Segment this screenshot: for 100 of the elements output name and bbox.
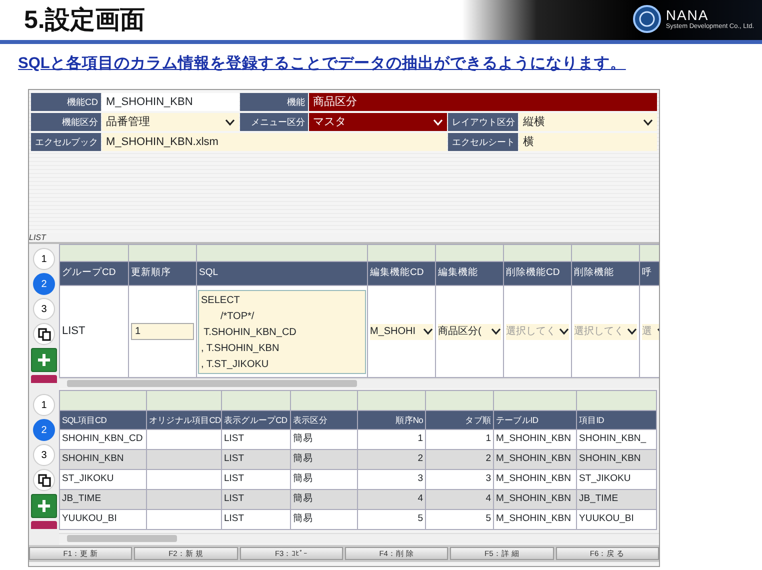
table-cell: 簡易 bbox=[293, 453, 313, 464]
chevron-down-icon bbox=[627, 328, 637, 335]
table-cell: SHOHIN_KBN_ bbox=[579, 433, 646, 444]
filter-cell[interactable] bbox=[504, 244, 572, 262]
page-button[interactable]: 3 bbox=[33, 298, 55, 320]
table-cell: 4 bbox=[418, 493, 423, 504]
filter-cell[interactable] bbox=[494, 390, 576, 410]
filter-cell[interactable] bbox=[60, 390, 146, 410]
page-button[interactable]: 2 bbox=[33, 419, 55, 441]
table-cell: SHOHIN_KBN bbox=[62, 453, 124, 464]
table-cell: 5 bbox=[486, 513, 491, 524]
column-header: タブ順 bbox=[426, 410, 494, 430]
filter-cell[interactable] bbox=[60, 244, 128, 262]
copy-icon bbox=[38, 328, 50, 340]
chevron-down-icon bbox=[423, 328, 433, 335]
table-cell: LIST bbox=[62, 325, 86, 338]
column-header: 順序No bbox=[358, 410, 426, 430]
add-button[interactable] bbox=[31, 348, 57, 372]
column-header: 呼 bbox=[640, 262, 659, 286]
subtitle: SQLと各項目のカラム情報を登録することでデータの抽出ができるようになります。 bbox=[17, 54, 627, 74]
horizontal-scrollbar[interactable] bbox=[59, 533, 659, 543]
table-cell: 4 bbox=[486, 493, 491, 504]
column-header: 表示グループCD bbox=[222, 410, 290, 430]
table-cell: M_SHOHIN_KBN bbox=[496, 513, 571, 524]
table-cell: 簡易 bbox=[293, 433, 313, 444]
column-header: SQL項目CD bbox=[60, 410, 146, 430]
filter-cell[interactable] bbox=[196, 244, 368, 262]
input-field[interactable]: 1 bbox=[131, 323, 194, 340]
table-cell: JB_TIME bbox=[579, 493, 618, 504]
chevron-down-icon bbox=[433, 118, 443, 126]
table-cell: M_SHOHIN_KBN bbox=[496, 433, 571, 444]
chevron-down-icon bbox=[643, 118, 653, 126]
field-label: エクセルブック bbox=[31, 133, 101, 151]
sql-text-area[interactable]: SELECT /*TOP*/ T.SHOHIN_KBN_CD , T.SHOHIN_KBN , T.ST_JIKOKU bbox=[198, 290, 366, 374]
chevron-down-icon bbox=[491, 328, 501, 335]
table-cell: LIST bbox=[224, 473, 244, 484]
table-cell: 5 bbox=[418, 513, 423, 524]
table-cell: YUUKOU_BI bbox=[62, 513, 117, 524]
table-cell: M_SHOHIN_KBN bbox=[496, 493, 571, 504]
logo-emblem-icon bbox=[632, 4, 662, 34]
filter-cell[interactable] bbox=[436, 244, 504, 262]
table-cell: 2 bbox=[418, 453, 423, 464]
field-label: エクセルシート bbox=[448, 133, 518, 151]
table-cell: 2 bbox=[486, 453, 491, 464]
add-button[interactable] bbox=[31, 494, 57, 518]
field-label: メニュー区分 bbox=[240, 113, 308, 131]
horizontal-scrollbar[interactable] bbox=[59, 378, 659, 388]
filter-cell[interactable] bbox=[368, 244, 436, 262]
filter-cell[interactable] bbox=[128, 244, 196, 262]
filter-cell[interactable] bbox=[222, 390, 290, 410]
input-field[interactable]: M_SHOHIN_KBN bbox=[102, 93, 239, 111]
table-cell: 簡易 bbox=[293, 493, 313, 504]
plus-icon bbox=[37, 499, 51, 513]
filter-cell[interactable] bbox=[426, 390, 494, 410]
page-button[interactable]: 3 bbox=[33, 444, 55, 466]
copy-button[interactable] bbox=[33, 323, 55, 345]
column-header: グループCD bbox=[60, 262, 128, 286]
input-field[interactable]: M_SHOHIN_KBN.xlsm bbox=[102, 133, 447, 151]
table-cell: LIST bbox=[224, 433, 244, 444]
table-cell: 3 bbox=[418, 473, 423, 484]
table-cell: M_SHOHIN_KBN bbox=[496, 453, 571, 464]
filter-cell[interactable] bbox=[146, 390, 222, 410]
plus-icon bbox=[37, 353, 51, 367]
column-header: 削除機能CD bbox=[504, 262, 572, 286]
table-cell: SHOHIN_KBN bbox=[579, 453, 641, 464]
column-header: SQL bbox=[196, 262, 368, 286]
table-cell: 1 bbox=[486, 433, 491, 444]
copy-icon bbox=[38, 474, 50, 486]
table-cell: ST_JIKOKU bbox=[579, 473, 631, 484]
field-label: 機能 bbox=[240, 93, 308, 111]
field-label: 機能CD bbox=[31, 93, 101, 111]
copy-button[interactable] bbox=[33, 469, 55, 491]
page-button[interactable]: 1 bbox=[33, 394, 55, 416]
table-cell: LIST bbox=[224, 453, 244, 464]
table-cell: LIST bbox=[224, 493, 244, 504]
dropdown-field[interactable]: 商品区分( bbox=[438, 324, 501, 340]
input-field[interactable]: 商品区分 bbox=[309, 93, 657, 111]
dropdown-field[interactable]: 品番管理 bbox=[102, 113, 239, 131]
chevron-down-icon bbox=[225, 118, 235, 126]
page-button[interactable]: 2 bbox=[33, 273, 55, 295]
table-cell: 1 bbox=[418, 433, 423, 444]
table-cell: M_SHOHIN_KBN bbox=[496, 473, 571, 484]
dropdown-field[interactable]: 縦横 bbox=[519, 113, 657, 131]
input-field[interactable]: 横 bbox=[519, 133, 657, 151]
dropdown-field[interactable]: マスタ bbox=[309, 113, 447, 131]
filter-cell[interactable] bbox=[358, 390, 426, 410]
table-cell: LIST bbox=[224, 513, 244, 524]
table-cell: YUUKOU_BI bbox=[579, 513, 634, 524]
filter-cell[interactable] bbox=[576, 390, 656, 410]
filter-cell[interactable] bbox=[572, 244, 640, 262]
chevron-down-icon bbox=[559, 328, 569, 335]
column-header: 更新順序 bbox=[128, 262, 196, 286]
column-header: オリジナル項目CD bbox=[146, 410, 222, 430]
filter-cell[interactable] bbox=[290, 390, 358, 410]
table-cell: ST_JIKOKU bbox=[62, 473, 114, 484]
column-header: 編集機能CD bbox=[368, 262, 436, 286]
column-header: 表示区分 bbox=[290, 410, 358, 430]
dropdown-field[interactable]: M_SHOHI bbox=[370, 324, 433, 340]
table-cell: 3 bbox=[486, 473, 491, 484]
page-button[interactable]: 1 bbox=[33, 248, 55, 270]
